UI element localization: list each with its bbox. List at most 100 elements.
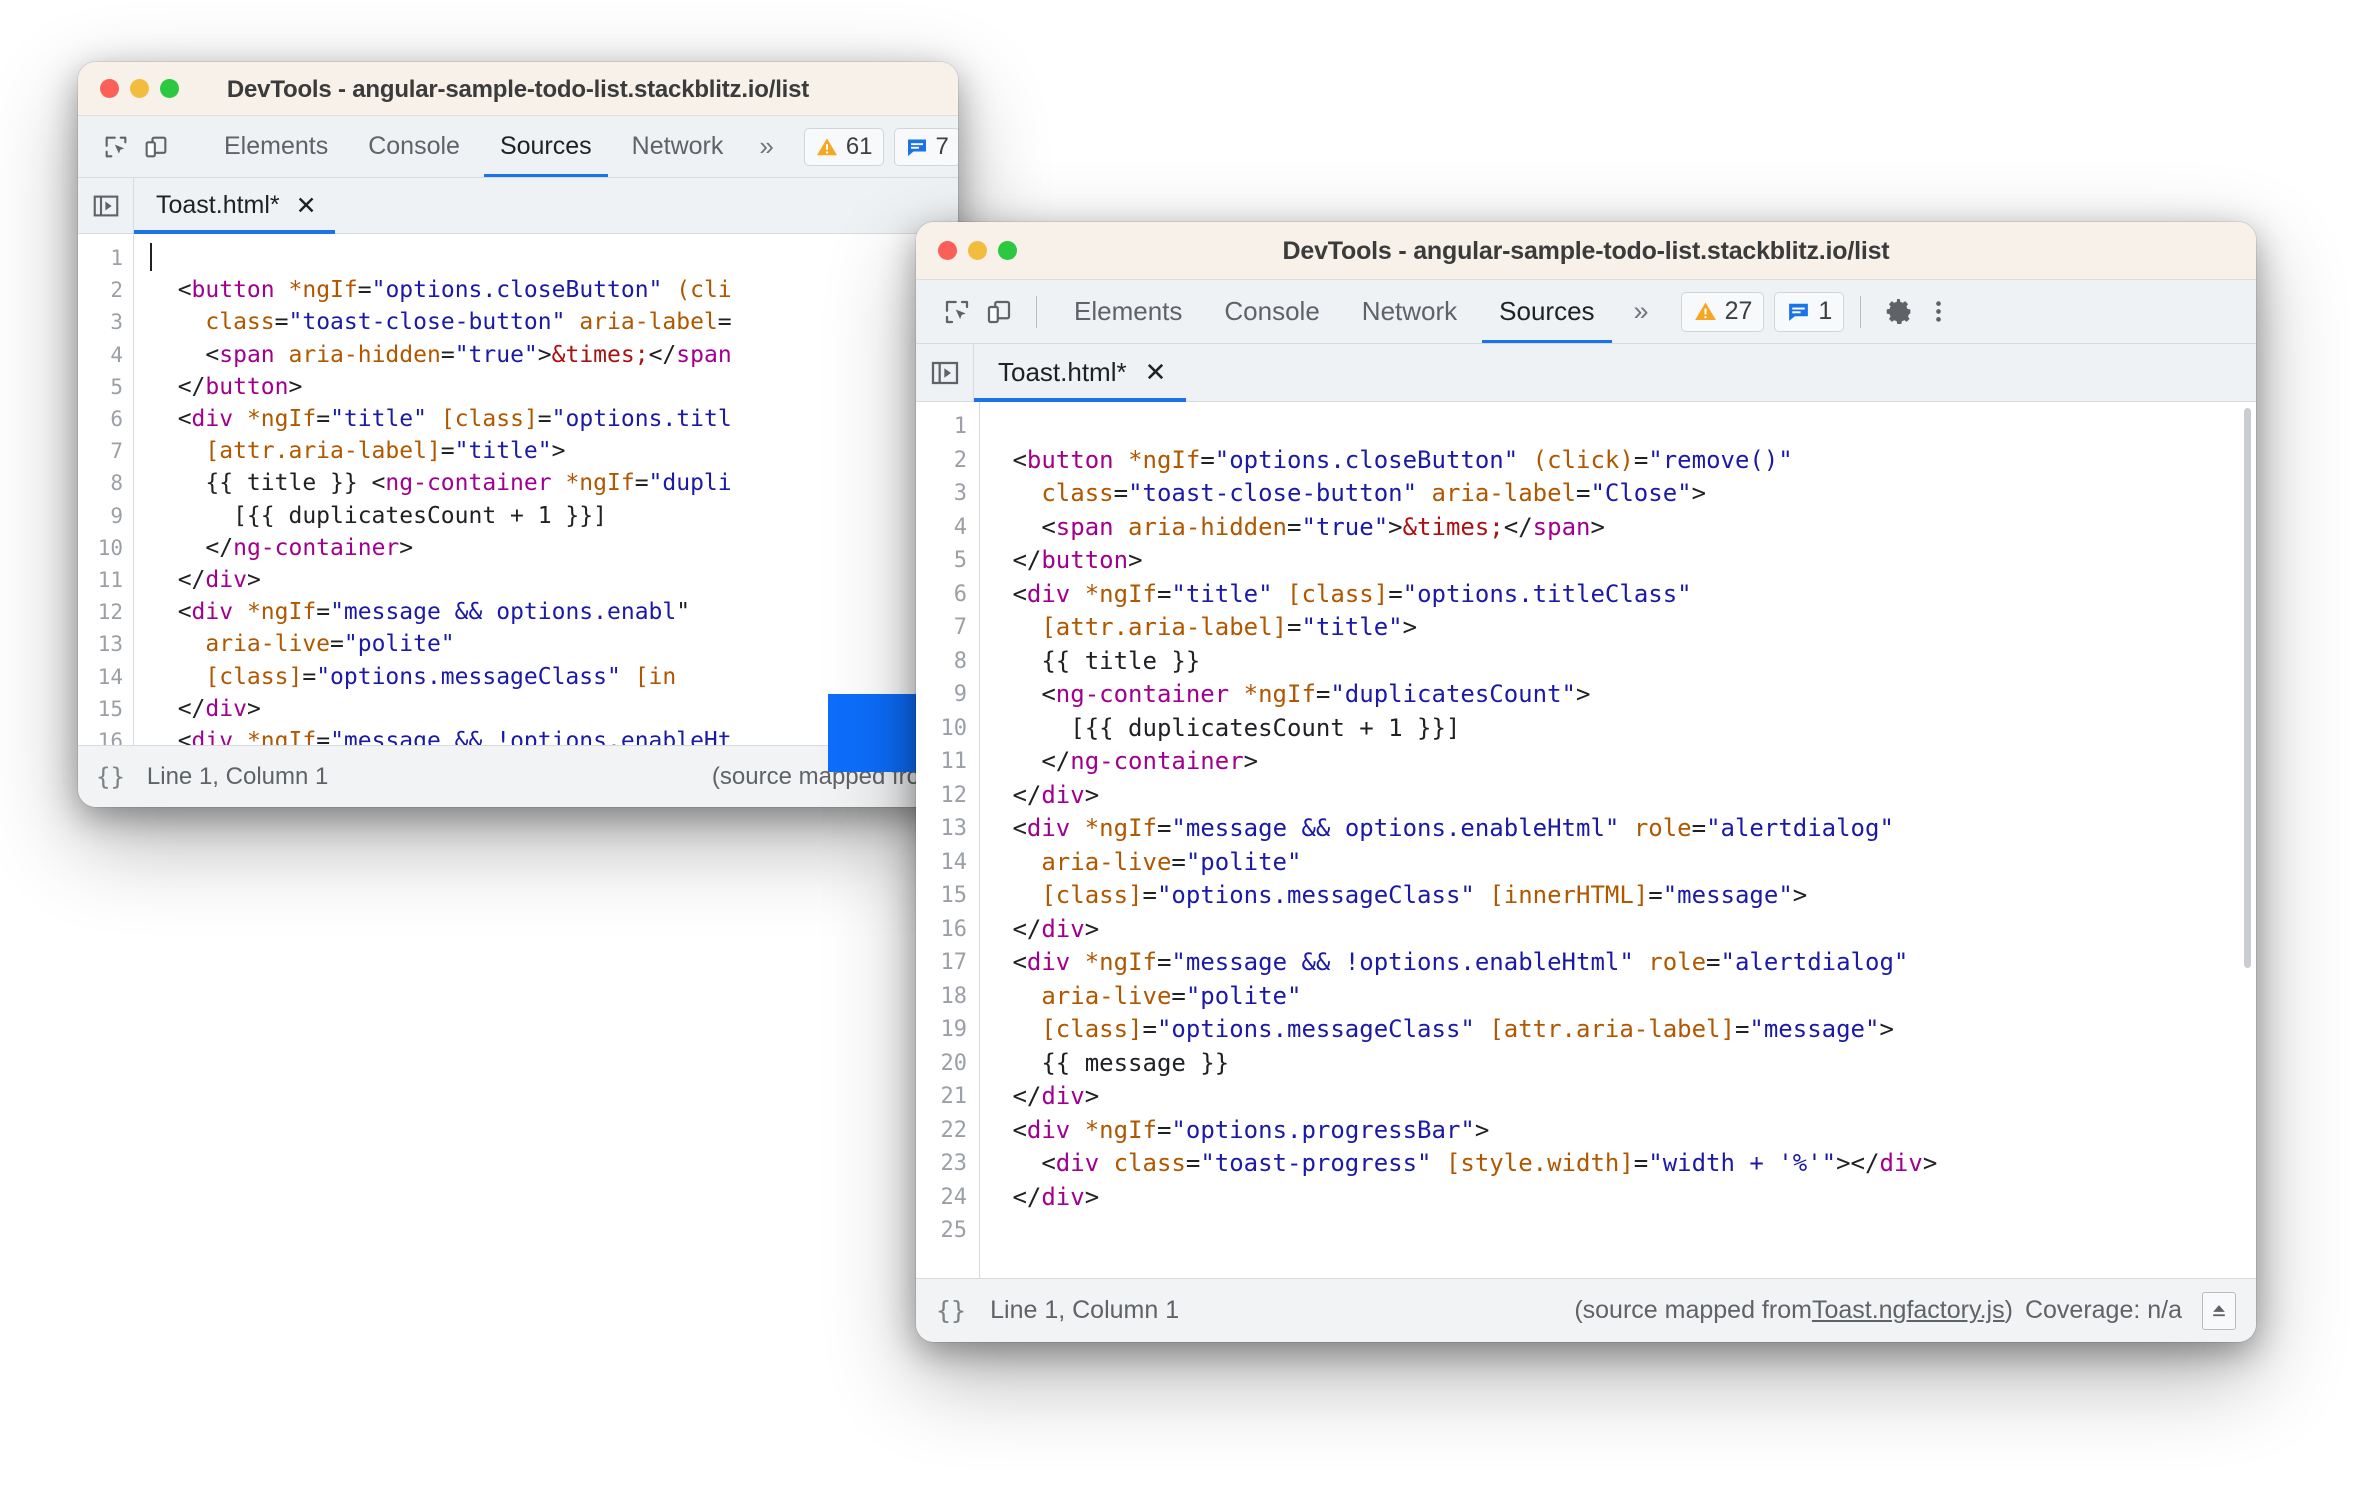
warnings-badge-back[interactable]: 61	[803, 127, 884, 166]
code-line[interactable]: [attr.aria-label]="title">	[998, 611, 2256, 645]
code-line[interactable]: </div>	[998, 1080, 2256, 1114]
code-line[interactable]: <button *ngIf="options.closeButton" (cli	[150, 274, 958, 306]
code-line[interactable]: {{ title }} <ng-container *ngIf="dupli	[150, 467, 958, 499]
code-line[interactable]: </div>	[998, 779, 2256, 813]
code-line[interactable]: </button>	[998, 544, 2256, 578]
more-tabs-chevron-icon-front[interactable]: »	[1616, 296, 1667, 327]
file-tab-toast-html-front[interactable]: Toast.html* ✕	[974, 344, 1187, 402]
code-token-pnc: <	[998, 512, 1056, 541]
code-line[interactable]: </div>	[998, 1181, 2256, 1215]
code-line[interactable]: [class]="options.messageClass" [attr.ari…	[998, 1013, 2256, 1047]
code-token-val: "duplicatesCount"	[1330, 680, 1576, 708]
code-line[interactable]: <span aria-hidden="true">&times;</span>	[998, 511, 2256, 545]
code-line[interactable]	[998, 410, 2256, 444]
code-token-tag: div	[1026, 948, 1071, 976]
code-token-attr: [attr.aria-label]	[1041, 613, 1287, 641]
pretty-print-icon-back[interactable]: {}	[96, 763, 125, 791]
messages-badge-back[interactable]: 7	[893, 127, 958, 166]
show-navigator-icon-front[interactable]	[916, 344, 974, 401]
code-line[interactable]: </ng-container>	[998, 745, 2256, 779]
show-drawer-icon-front[interactable]	[2202, 1291, 2236, 1330]
inspect-element-icon-front[interactable]	[936, 291, 978, 333]
code-token-pnc: </	[150, 567, 206, 594]
code-token-pnc: >	[1084, 1182, 1100, 1211]
tab-elements-back[interactable]: Elements	[204, 116, 348, 177]
maximize-window-button[interactable]	[160, 79, 179, 98]
line-number: 9	[110, 503, 123, 528]
code-editor-back[interactable]: 123456789101112131415161718192021222324 …	[78, 234, 958, 745]
code-token-pnc: =	[1142, 881, 1157, 909]
tab-console-front[interactable]: Console	[1203, 280, 1340, 343]
code-token-val: "options.messageClass"	[316, 663, 621, 690]
code-line[interactable]: <button *ngIf="options.closeButton" (cli…	[998, 444, 2256, 478]
close-icon-front[interactable]: ✕	[1145, 357, 1167, 388]
devtools-tabs-front: Elements Console Network Sources	[1053, 280, 1616, 343]
vertical-scrollbar-front[interactable]	[2244, 408, 2251, 968]
code-line[interactable]: </button>	[150, 371, 958, 403]
close-window-button-front[interactable]	[938, 241, 957, 260]
code-token-pnc: =	[316, 406, 331, 433]
code-line[interactable]: </div>	[150, 564, 958, 596]
code-line[interactable]: [class]="options.messageClass" [innerHTM…	[998, 879, 2256, 913]
kebab-menu-icon-front[interactable]	[1919, 291, 1957, 333]
code-token-attr: role	[1648, 948, 1707, 976]
source-map-link-front[interactable]: Toast.ngfactory.js	[1812, 1296, 2005, 1325]
code-token-val: "title"	[330, 406, 427, 433]
code-token-tag: div	[191, 728, 234, 745]
tab-sources-back[interactable]: Sources	[480, 116, 612, 177]
code-line[interactable]: aria-live="polite"	[998, 980, 2256, 1014]
code-line[interactable]: [{{ duplicatesCount + 1 }}]	[998, 712, 2256, 746]
messages-badge-front[interactable]: 1	[1774, 291, 1845, 332]
warnings-badge-front[interactable]: 27	[1680, 291, 1765, 332]
code-token-attr: [class]	[1041, 881, 1143, 909]
code-line[interactable]: <div class="toast-progress" [style.width…	[998, 1147, 2256, 1181]
code-content-front[interactable]: <button *ngIf="options.closeButton" (cli…	[980, 402, 2256, 1278]
code-line[interactable]: <span aria-hidden="true">&times;</span	[150, 339, 958, 371]
tab-elements-front[interactable]: Elements	[1053, 280, 1203, 343]
code-line[interactable]: <div *ngIf="title" [class]="options.titl	[150, 403, 958, 435]
close-window-button[interactable]	[100, 79, 119, 98]
code-line[interactable]: [attr.aria-label]="title">	[150, 435, 958, 467]
minimize-window-button[interactable]	[130, 79, 149, 98]
code-line[interactable]: <ng-container *ngIf="duplicatesCount">	[998, 678, 2256, 712]
code-line[interactable]: <div *ngIf="message && options.enabl"	[150, 596, 958, 628]
code-line[interactable]: class="toast-close-button" aria-label="C…	[998, 477, 2256, 511]
gear-icon-front[interactable]	[1877, 291, 1919, 333]
code-line[interactable]	[150, 242, 958, 274]
file-tab-toast-html-back[interactable]: Toast.html* ✕	[134, 178, 335, 234]
code-token-pnc: ></	[1836, 1149, 1880, 1177]
code-line[interactable]: {{ message }}	[998, 1047, 2256, 1081]
code-line[interactable]: </ng-container>	[150, 532, 958, 564]
tab-console-back[interactable]: Console	[348, 116, 480, 177]
tab-network-back[interactable]: Network	[612, 116, 744, 177]
code-line[interactable]: </div>	[998, 913, 2256, 947]
code-token-pnc: =	[1171, 981, 1186, 1010]
code-line[interactable]: class="toast-close-button" aria-label=	[150, 306, 958, 338]
devtools-window-back[interactable]: DevTools - angular-sample-todo-list.stac…	[78, 62, 958, 807]
code-line[interactable]	[998, 1214, 2256, 1248]
code-token-pnc: "	[676, 599, 691, 626]
code-line[interactable]: <div *ngIf="title" [class]="options.titl…	[998, 578, 2256, 612]
code-line[interactable]: <div *ngIf="options.progressBar">	[998, 1114, 2256, 1148]
code-line[interactable]: [{{ duplicatesCount + 1 }}]	[150, 500, 958, 532]
tab-network-front[interactable]: Network	[1341, 280, 1478, 343]
code-line[interactable]: {{ title }}	[998, 645, 2256, 679]
inspect-element-icon[interactable]	[96, 127, 136, 167]
close-icon-back[interactable]: ✕	[296, 191, 317, 221]
code-token-pnc: =	[316, 728, 331, 745]
code-line[interactable]: <div *ngIf="message && options.enableHtm…	[998, 812, 2256, 846]
tab-sources-front[interactable]: Sources	[1478, 280, 1615, 343]
code-line[interactable]: <div *ngIf="message && !options.enableHt…	[998, 946, 2256, 980]
show-navigator-icon-back[interactable]	[78, 178, 134, 233]
line-number: 22	[940, 1117, 968, 1143]
more-tabs-chevron-icon-back[interactable]: »	[743, 131, 789, 162]
code-line[interactable]: aria-live="polite"	[998, 846, 2256, 880]
maximize-window-button-front[interactable]	[998, 241, 1017, 260]
code-token-tag: div	[1041, 1182, 1085, 1211]
code-editor-front[interactable]: 1 2 3 4 5 6 7 8 9 10 11 12 13 14 15 16 17 18 19 20 21 22 23 24 2…	[916, 402, 2256, 1278]
pretty-print-icon-front[interactable]: {}	[936, 1296, 966, 1325]
device-toolbar-icon-front[interactable]	[978, 291, 1020, 333]
minimize-window-button-front[interactable]	[968, 241, 987, 260]
devtools-window-front[interactable]: DevTools - angular-sample-todo-list.stac…	[916, 222, 2256, 1342]
device-toolbar-icon[interactable]	[136, 127, 176, 167]
